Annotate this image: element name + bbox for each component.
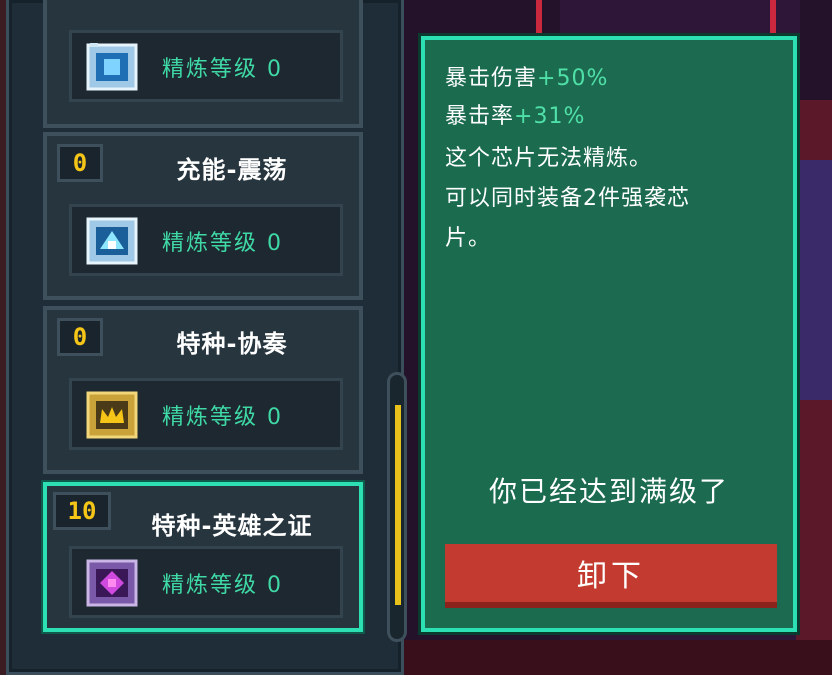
purple-hero-chip-icon xyxy=(86,557,138,609)
unequip-button[interactable]: 卸下 xyxy=(445,544,777,608)
chip-refine-row: 精炼等级 0 xyxy=(69,546,343,618)
chip-name: 特种-英雄之证 xyxy=(151,512,313,540)
crit-rate-value: +31% xyxy=(514,104,586,129)
refine-level-text: 精炼等级 0 xyxy=(162,231,283,256)
chip-description-line: 片。 xyxy=(445,226,492,251)
chip-info-panel: 暴击伤害+50% 暴击率+31% 这个芯片无法精炼。 可以同时装备2件强袭芯 片… xyxy=(421,36,797,632)
shock-chip-icon xyxy=(86,215,138,267)
chip-refine-row: 精炼等级 0 xyxy=(69,378,343,450)
blue-chip-icon xyxy=(86,41,138,93)
crit-rate-stat: 暴击率+31% xyxy=(445,98,585,130)
crit-damage-value: +50% xyxy=(537,66,609,91)
crit-damage-stat: 暴击伤害+50% xyxy=(445,60,608,92)
chip-card-2[interactable]: 0 充能-震荡 精炼等级 0 xyxy=(43,132,363,300)
crit-rate-label: 暴击率 xyxy=(445,104,515,129)
chip-count-badge: 10 xyxy=(53,492,111,530)
chip-count-badge: 0 xyxy=(57,144,103,182)
chip-card-1[interactable]: 精炼等级 0 xyxy=(43,0,363,128)
list-scrollbar[interactable] xyxy=(387,372,407,642)
chip-list-panel: 精炼等级 0 0 充能-震荡 精炼等级 0 0 特种-协奏 精炼等级 0 10 … xyxy=(6,0,407,675)
chip-refine-row: 精炼等级 0 xyxy=(69,204,343,276)
refine-level-text: 精炼等级 0 xyxy=(162,405,283,430)
crit-damage-label: 暴击伤害 xyxy=(445,66,538,91)
refine-level-text: 精炼等级 0 xyxy=(162,573,283,598)
chip-card-4[interactable]: 10 特种-英雄之证 精炼等级 0 xyxy=(43,482,363,632)
chip-name: 充能-震荡 xyxy=(176,156,288,184)
chip-refine-row: 精炼等级 0 xyxy=(69,30,343,102)
chip-name: 特种-协奏 xyxy=(176,330,288,358)
max-level-message: 你已经达到满级了 xyxy=(488,475,729,508)
chip-description-line: 可以同时装备2件强袭芯 xyxy=(445,186,690,211)
gold-crown-chip-icon xyxy=(86,389,138,441)
refine-level-text: 精炼等级 0 xyxy=(162,57,283,82)
chip-count-badge: 0 xyxy=(57,318,103,356)
chip-card-3[interactable]: 0 特种-协奏 精炼等级 0 xyxy=(43,306,363,474)
scrollbar-thumb[interactable] xyxy=(395,405,401,605)
chip-description-line: 这个芯片无法精炼。 xyxy=(445,146,653,171)
